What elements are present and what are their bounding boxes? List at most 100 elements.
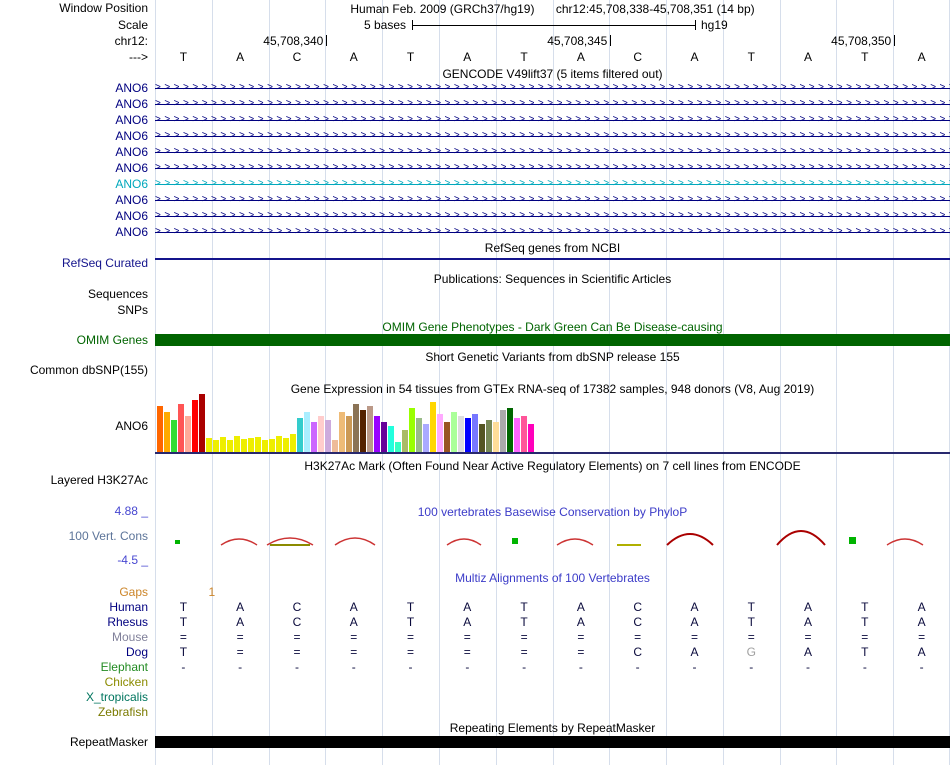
strand-label: ---> xyxy=(129,50,148,64)
species-label[interactable]: X_tropicalis xyxy=(0,690,148,705)
alignment-base: = xyxy=(577,630,585,644)
base-letter: A xyxy=(236,50,245,64)
alignment-cells: TACATATACATATA xyxy=(155,615,950,630)
alignment-base: = xyxy=(690,630,698,644)
alignment-base: - xyxy=(522,660,527,674)
gtex-bar xyxy=(528,424,534,452)
refseq-curated-label[interactable]: RefSeq Curated xyxy=(0,256,148,270)
alignment-base: T xyxy=(179,615,188,629)
gencode-transcript-row[interactable]: ANO6 >>>>>>>>>>>>>>>>>>>>>>>>>>>>>>>>>>>>… xyxy=(0,80,950,96)
gencode-transcript-label[interactable]: ANO6 xyxy=(0,96,148,112)
species-label[interactable]: Human xyxy=(0,600,148,615)
cons-max-label: 4.88 _ xyxy=(114,504,148,518)
gtex-bar xyxy=(318,416,324,452)
gtex-baseline[interactable] xyxy=(155,452,950,454)
conservation-mark xyxy=(175,540,180,544)
alignment-row-elephant[interactable]: Elephant - - - - - - - - - - - - - - xyxy=(0,660,950,675)
alignment-base: T xyxy=(406,615,415,629)
sequences-label[interactable]: Sequences xyxy=(0,287,148,301)
gencode-transcript-row[interactable]: ANO6 >>>>>>>>>>>>>>>>>>>>>>>>>>>>>>>>>>>>… xyxy=(0,144,950,160)
gencode-transcript-label[interactable]: ANO6 xyxy=(0,176,148,192)
gtex-bar xyxy=(206,438,212,452)
alignment-base: - xyxy=(749,660,754,674)
alignment-row-chicken[interactable]: Chicken xyxy=(0,675,950,690)
gtex-bar xyxy=(332,440,338,452)
gencode-transcript-row[interactable]: ANO6 >>>>>>>>>>>>>>>>>>>>>>>>>>>>>>>>>>>>… xyxy=(0,208,950,224)
alignment-base: A xyxy=(690,600,699,614)
snps-label[interactable]: SNPs xyxy=(0,303,148,317)
alignment-base: - xyxy=(351,660,356,674)
omim-gene-bar[interactable] xyxy=(155,334,950,346)
repeatmasker-label[interactable]: RepeatMasker xyxy=(0,735,148,749)
omim-genes-label[interactable]: OMIM Genes xyxy=(0,333,148,347)
alignment-row-x_tropicalis[interactable]: X_tropicalis xyxy=(0,690,950,705)
gencode-transcript-label[interactable]: ANO6 xyxy=(0,80,148,96)
dbsnp-title: Short Genetic Variants from dbSNP releas… xyxy=(425,350,680,364)
base-letter: T xyxy=(406,50,415,64)
alignment-base: = xyxy=(293,645,301,659)
refseq-curated-item[interactable] xyxy=(155,258,950,260)
gtex-bar xyxy=(234,436,240,452)
coordinate-label: 45,708,350 xyxy=(831,34,892,48)
base-letter: C xyxy=(633,50,642,64)
gtex-expression-bars[interactable] xyxy=(157,392,534,452)
alignment-row-human[interactable]: Human T A C A T A T A C A T A T A xyxy=(0,600,950,615)
gencode-transcript-label[interactable]: ANO6 xyxy=(0,112,148,128)
species-label[interactable]: Dog xyxy=(0,645,148,660)
gencode-transcript-label[interactable]: ANO6 xyxy=(0,144,148,160)
gtex-bar xyxy=(248,438,254,452)
layered-h3k27ac-label[interactable]: Layered H3K27Ac xyxy=(0,473,148,487)
ucsc-genome-browser: Window Position Human Feb. 2009 (GRCh37/… xyxy=(0,0,950,765)
alignment-base: = xyxy=(918,630,926,644)
species-label[interactable]: Chicken xyxy=(0,675,148,690)
gencode-track[interactable]: ANO6 >>>>>>>>>>>>>>>>>>>>>>>>>>>>>>>>>>>>… xyxy=(0,80,950,240)
scale-value: 5 bases xyxy=(363,18,406,32)
alignment-cells xyxy=(155,675,950,690)
alignment-cells: -------------- xyxy=(155,660,950,675)
gtex-bar xyxy=(171,420,177,452)
alignment-base: T xyxy=(520,600,528,614)
alignment-base: A xyxy=(690,615,699,629)
species-label[interactable]: Mouse xyxy=(0,630,148,645)
alignment-base: C xyxy=(292,615,302,629)
alignment-row-zebrafish[interactable]: Zebrafish xyxy=(0,705,950,720)
species-label[interactable]: Elephant xyxy=(0,660,148,675)
gencode-transcript-row[interactable]: ANO6 >>>>>>>>>>>>>>>>>>>>>>>>>>>>>>>>>>>>… xyxy=(0,224,950,240)
gencode-transcript-label[interactable]: ANO6 xyxy=(0,224,148,240)
gencode-transcript-row[interactable]: ANO6 >>>>>>>>>>>>>>>>>>>>>>>>>>>>>>>>>>>>… xyxy=(0,160,950,176)
alignment-row-mouse[interactable]: Mouse = = = = = = = = = = = = = = xyxy=(0,630,950,645)
phylop-conservation-track[interactable] xyxy=(155,515,950,567)
alignment-base: = xyxy=(747,630,755,644)
gencode-transcript-label[interactable]: ANO6 xyxy=(0,160,148,176)
species-label[interactable]: Zebrafish xyxy=(0,705,148,720)
alignment-row-rhesus[interactable]: Rhesus T A C A T A T A C A T A T A xyxy=(0,615,950,630)
common-dbsnp-label[interactable]: Common dbSNP(155) xyxy=(0,363,148,377)
alignment-row-gaps[interactable]: Gaps 1 xyxy=(0,585,950,600)
species-label[interactable]: Gaps xyxy=(0,585,148,600)
species-label[interactable]: Rhesus xyxy=(0,615,148,630)
vert-cons-label[interactable]: 100 Vert. Cons xyxy=(0,529,148,543)
gencode-transcript-row[interactable]: ANO6 >>>>>>>>>>>>>>>>>>>>>>>>>>>>>>>>>>>>… xyxy=(0,112,950,128)
alignment-base: G xyxy=(746,645,756,659)
gtex-bar xyxy=(283,438,289,452)
alignment-row-dog[interactable]: Dog T = = = = = = = C A G A T A xyxy=(0,645,950,660)
alignment-base: = xyxy=(236,630,244,644)
repeatmasker-bar[interactable] xyxy=(155,736,950,748)
alignment-base: A xyxy=(463,615,472,629)
gtex-bar xyxy=(269,439,275,452)
gencode-transcript-row[interactable]: ANO6 >>>>>>>>>>>>>>>>>>>>>>>>>>>>>>>>>>>>… xyxy=(0,128,950,144)
alignment-base: = xyxy=(407,630,415,644)
gencode-transcript-row[interactable]: ANO6 >>>>>>>>>>>>>>>>>>>>>>>>>>>>>>>>>>>>… xyxy=(0,192,950,208)
gencode-transcript-row[interactable]: ANO6 >>>>>>>>>>>>>>>>>>>>>>>>>>>>>>>>>>>>… xyxy=(0,176,950,192)
alignment-base: - xyxy=(238,660,243,674)
alignment-base: - xyxy=(181,660,186,674)
gtex-gene-label[interactable]: ANO6 xyxy=(0,419,148,433)
gencode-transcript-label[interactable]: ANO6 xyxy=(0,192,148,208)
gencode-transcript-label[interactable]: ANO6 xyxy=(0,208,148,224)
alignment-base: T xyxy=(179,645,188,659)
gencode-transcript-label[interactable]: ANO6 xyxy=(0,128,148,144)
alignment-base: T xyxy=(861,645,869,659)
multiz-alignment-track[interactable]: Gaps 1 Human T A C A T A T A C A T A T A Rhesus T A C A T A T A C A… xyxy=(0,585,950,720)
gtex-bar xyxy=(199,394,205,452)
gencode-transcript-row[interactable]: ANO6 >>>>>>>>>>>>>>>>>>>>>>>>>>>>>>>>>>>>… xyxy=(0,96,950,112)
